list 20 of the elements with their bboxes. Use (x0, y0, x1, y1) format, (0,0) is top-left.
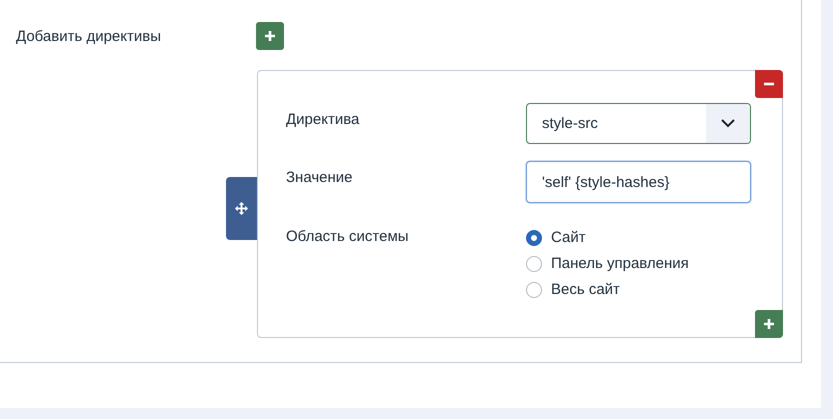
move-handle[interactable] (226, 177, 257, 240)
plus-icon (264, 30, 276, 42)
add-directives-label: Добавить директивы (15, 28, 162, 44)
move-icon (235, 202, 248, 215)
plus-icon (763, 318, 775, 330)
radio-option[interactable]: Сайт (526, 229, 751, 246)
add-button[interactable] (256, 22, 284, 50)
field-label: Директива (286, 110, 360, 130)
radio-button[interactable] (526, 282, 542, 298)
radio-option[interactable]: Панель управления (526, 255, 751, 272)
field-label: Значение (286, 168, 354, 188)
radio-option[interactable]: Весь сайт (526, 281, 751, 298)
directive-select[interactable]: style-src (526, 103, 751, 144)
add-button[interactable] (755, 310, 783, 338)
chevron-down-icon (721, 119, 735, 128)
remove-button[interactable] (755, 70, 783, 98)
value-field[interactable]: 'self' {style-hashes} (526, 161, 751, 203)
field-label: Область системы (286, 227, 410, 247)
radio-button[interactable] (526, 256, 542, 272)
radio-button[interactable] (526, 230, 542, 246)
